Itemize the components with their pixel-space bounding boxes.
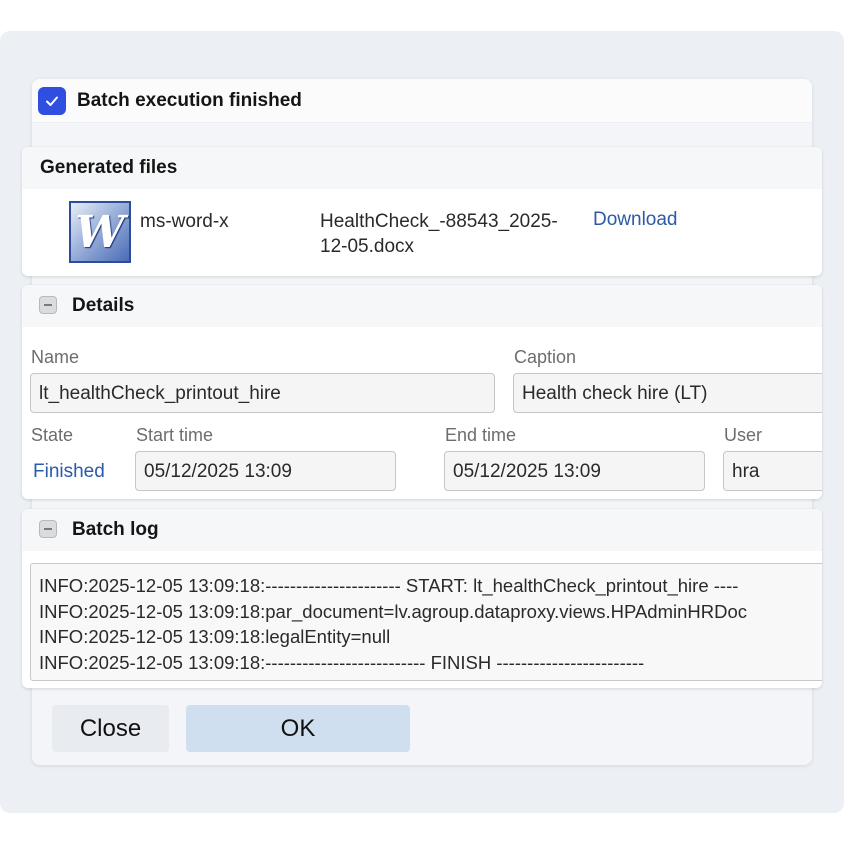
end-time-field[interactable]: 05/12/2025 13:09 — [444, 451, 705, 491]
user-label: User — [724, 425, 763, 445]
details-panel: Details Name lt_healthCheck_printout_hir… — [22, 285, 822, 499]
batch-log-header: Batch log — [22, 509, 822, 551]
log-line: INFO:2025-12-05 13:09:18:par_document=lv… — [39, 600, 747, 622]
file-name-line2: 12-05.docx — [320, 236, 415, 257]
dialog-header: Batch execution finished — [32, 79, 812, 123]
batch-log-textarea[interactable]: INFO:2025-12-05 13:09:18:---------------… — [30, 563, 822, 681]
file-type: ms-word-x — [140, 211, 229, 232]
check-icon — [46, 96, 58, 106]
dialog-title: Batch execution finished — [77, 90, 302, 111]
start-time-field[interactable]: 05/12/2025 13:09 — [135, 451, 396, 491]
name-field[interactable]: lt_healthCheck_printout_hire — [30, 373, 495, 413]
batch-log-title: Batch log — [72, 519, 159, 540]
details-title: Details — [72, 295, 135, 316]
caption-label: Caption — [514, 347, 577, 367]
finished-checkbox[interactable] — [38, 87, 66, 115]
ok-button[interactable]: OK — [186, 705, 410, 752]
batch-log-panel: Batch log INFO:2025-12-05 13:09:18:-----… — [22, 509, 822, 688]
log-line: INFO:2025-12-05 13:09:18:legalEntity=nul… — [39, 626, 391, 648]
generated-files-title: Generated files — [40, 157, 178, 178]
details-header: Details — [22, 285, 822, 327]
log-line: INFO:2025-12-05 13:09:18:---------------… — [39, 652, 645, 674]
start-time-label: Start time — [136, 425, 214, 445]
end-time-label: End time — [445, 425, 517, 445]
word-document-icon: W — [69, 201, 131, 263]
log-line: INFO:2025-12-05 13:09:18:---------------… — [39, 575, 739, 596]
collapse-details-icon[interactable] — [39, 296, 57, 314]
caption-field[interactable]: Health check hire (LT) — [513, 373, 822, 413]
file-name-line1: HealthCheck_-88543_2025- — [320, 211, 558, 232]
name-label: Name — [31, 347, 80, 367]
close-button[interactable]: Close — [52, 705, 169, 752]
state-value: Finished — [33, 461, 105, 482]
collapse-batch-log-icon[interactable] — [39, 520, 57, 538]
download-link[interactable]: Download — [593, 209, 678, 231]
state-label: State — [31, 425, 74, 445]
generated-files-header: Generated files — [22, 147, 822, 189]
generated-files-panel: Generated files W ms-word-x HealthCheck_… — [22, 147, 822, 276]
user-field[interactable]: hra — [723, 451, 822, 491]
